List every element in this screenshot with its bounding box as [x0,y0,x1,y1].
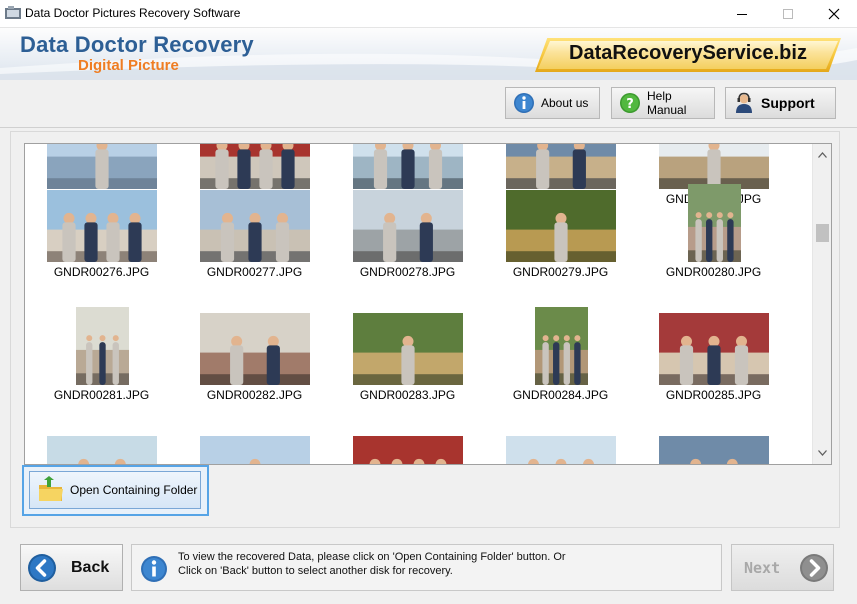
picture-filename: GNDR00280.JPG [665,265,762,279]
brand-subtitle: Digital Picture [78,57,179,74]
picture-thumbnail[interactable] [47,190,157,262]
scroll-down-button[interactable] [813,444,832,462]
picture-thumbnail[interactable] [200,313,310,385]
instruction-text: To view the recovered Data, please click… [178,550,566,578]
maximize-icon [783,9,793,19]
picture-thumbnail[interactable] [47,144,157,189]
picture-thumbnail[interactable] [687,184,741,262]
website-text: DataRecoveryService.biz [569,42,807,64]
picture-thumbnail[interactable] [353,313,463,385]
minimize-button[interactable] [719,0,765,28]
picture-thumbnail[interactable] [659,144,769,189]
recovered-pictures-gallery[interactable]: GNDR00271.JPG GNDR00272.JPG GNDR00273.JP… [24,143,832,465]
info-icon [140,555,168,583]
back-label: Back [71,558,110,576]
picture-thumbnail[interactable] [200,436,310,464]
next-label: Next [744,558,781,577]
support-button[interactable]: Support [725,87,836,119]
svg-text:?: ? [626,97,634,112]
help-manual-button[interactable]: ? Help Manual [611,87,715,119]
next-button[interactable]: Next [731,544,834,591]
support-agent-icon [733,92,755,114]
instruction-line-2: Click on 'Back' button to select another… [178,565,453,577]
picture-filename: GNDR00277.JPG [206,265,303,279]
picture-filename: GNDR00285.JPG [665,388,762,402]
title-bar: Data Doctor Pictures Recovery Software [0,0,857,28]
folder-open-icon [37,476,65,504]
chevron-down-icon [818,450,827,456]
minimize-icon [737,13,747,15]
window-title: Data Doctor Pictures Recovery Software [25,6,241,20]
picture-thumbnail[interactable] [353,436,463,464]
gallery-scrollbar[interactable] [812,144,831,464]
picture-filename: GNDR00282.JPG [206,388,303,402]
picture-thumbnail[interactable] [534,307,588,385]
picture-filename: GNDR00278.JPG [359,265,456,279]
picture-thumbnail[interactable] [659,436,769,464]
about-us-button[interactable]: About us [505,87,600,119]
picture-thumbnail[interactable] [506,144,616,189]
info-icon [513,92,535,114]
picture-thumbnail[interactable] [200,144,310,189]
question-icon: ? [619,92,641,114]
picture-filename: GNDR00279.JPG [512,265,609,279]
picture-thumbnail[interactable] [659,313,769,385]
instruction-box: To view the recovered Data, please click… [131,544,722,591]
app-icon [5,6,21,20]
picture-thumbnail[interactable] [353,190,463,262]
open-containing-folder-button[interactable]: Open Containing Folder [29,471,201,509]
arrow-right-icon [799,553,829,583]
picture-thumbnail[interactable] [75,307,129,385]
about-us-label: About us [541,96,589,110]
open-folder-label: Open Containing Folder [70,483,198,497]
header-separator [0,127,857,128]
picture-filename: GNDR00283.JPG [359,388,456,402]
close-icon [828,8,840,20]
support-label: Support [761,95,815,111]
close-button[interactable] [811,0,857,28]
back-button[interactable]: Back [20,544,123,591]
instruction-line-1: To view the recovered Data, please click… [178,551,566,563]
picture-filename: GNDR00284.JPG [512,388,609,402]
gallery-grid: GNDR00271.JPG GNDR00272.JPG GNDR00273.JP… [25,144,813,464]
arrow-left-icon [27,553,57,583]
picture-filename: GNDR00281.JPG [53,388,150,402]
picture-thumbnail[interactable] [47,436,157,464]
picture-filename: GNDR00276.JPG [53,265,150,279]
help-manual-label: Help Manual [647,89,687,117]
brand-title: Data Doctor Recovery [20,32,254,57]
maximize-button[interactable] [765,0,811,28]
picture-thumbnail[interactable] [200,190,310,262]
scroll-up-button[interactable] [813,146,832,164]
website-badge[interactable]: DataRecoveryService.biz [535,38,841,72]
picture-thumbnail[interactable] [506,190,616,262]
scrollbar-thumb[interactable] [816,224,829,242]
picture-thumbnail[interactable] [353,144,463,189]
chevron-up-icon [818,152,827,158]
picture-thumbnail[interactable] [506,436,616,464]
